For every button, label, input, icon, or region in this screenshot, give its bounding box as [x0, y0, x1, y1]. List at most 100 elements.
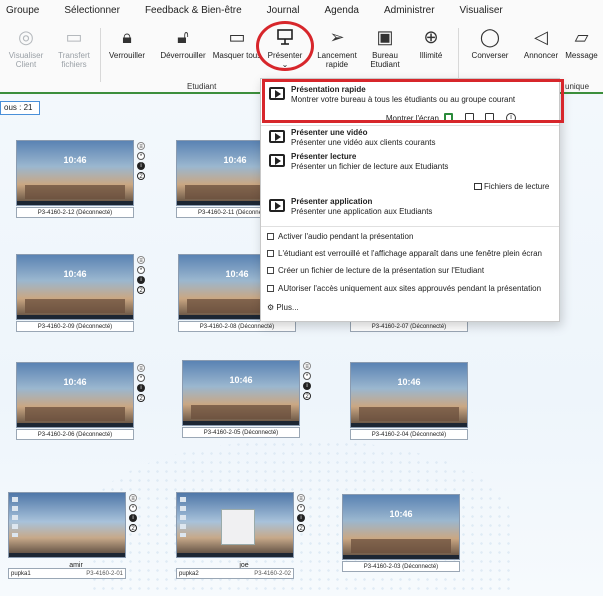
unlimited-button[interactable]: ⊕ Illimité	[405, 24, 457, 61]
number-badge-icon: 2	[137, 286, 145, 294]
replay-files-link[interactable]: Fichiers de lecture	[474, 182, 549, 191]
thumbnail-caption: P3-4160-2-05 (Déconnecté)	[182, 427, 300, 438]
menu-agenda[interactable]: Agenda	[324, 5, 358, 16]
message-icon: ▱	[574, 26, 589, 47]
number-badge-icon: 2	[137, 172, 145, 180]
group-label-unique: unique	[565, 82, 590, 91]
application-icon	[269, 199, 285, 212]
present-highlight-circle	[256, 21, 314, 71]
present-application-item[interactable]: Présenter application Présenter une appl…	[269, 197, 555, 221]
menu-icon[interactable]: ≡	[129, 494, 137, 502]
group-label-student: Etudiant	[187, 82, 217, 91]
student-thumbnail[interactable]: ≡ * i 2 amir pupka1 P3-4160-2-01	[8, 492, 137, 579]
quick-presentation-highlight	[262, 79, 564, 123]
present-video-item[interactable]: Présenter une vidéo Présenter une vidéo …	[269, 128, 555, 148]
checkbox[interactable]	[267, 267, 274, 274]
info-icon: i	[129, 514, 137, 522]
globe-icon: ⊕	[423, 26, 439, 47]
menu-administrer[interactable]: Administrer	[384, 5, 435, 16]
option-create-replay[interactable]: Créer un fichier de lecture de la présen…	[267, 266, 484, 275]
info-icon: i	[303, 382, 311, 390]
lock-button[interactable]: 🔒︎ Verrouiller	[101, 24, 153, 61]
more-options-item[interactable]: ⚙ Plus...	[267, 303, 299, 312]
student-thumbnail[interactable]: 10:46 P3-4160-2-03 (Déconnecté)	[342, 494, 468, 572]
student-thumbnail[interactable]: 10:46 ≡ * i 2 P3-4160-2-05 (Déconnecté)	[182, 360, 311, 438]
thumbnail-caption: pupka1 P3-4160-2-01	[8, 568, 126, 579]
menu-feedback[interactable]: Feedback & Bien-être	[145, 5, 242, 16]
megaphone-icon: ◁	[534, 26, 548, 47]
status-icon: *	[137, 266, 145, 274]
info-icon: i	[297, 514, 305, 522]
number-badge-icon: 2	[129, 524, 137, 532]
all-students-tab[interactable]: ous : 21	[0, 101, 40, 115]
thumbnail-caption: P3-4160-2-03 (Déconnecté)	[342, 561, 460, 572]
present-replay-item[interactable]: Présenter lecture Présenter un fichier d…	[269, 152, 555, 180]
quick-launch-button[interactable]: ➢ Lancement rapide	[311, 24, 363, 70]
menu-journal[interactable]: Journal	[267, 5, 300, 16]
student-desktop-button[interactable]: ▣ Bureau Etudiant	[359, 24, 411, 70]
eye-icon: ◎	[18, 26, 34, 47]
number-badge-icon: 2	[137, 394, 145, 402]
folder-icon: ▭	[65, 26, 83, 47]
file-transfer-button[interactable]: ▭ Transfert fichiers	[48, 24, 100, 70]
menu-visualiser[interactable]: Visualiser	[460, 5, 503, 16]
unlock-button[interactable]: 🔓︎ Déverrouiller	[157, 24, 209, 61]
checkbox[interactable]	[267, 233, 274, 240]
info-icon: i	[137, 162, 145, 170]
info-icon: i	[137, 384, 145, 392]
status-icon: *	[297, 504, 305, 512]
student-thumbnail[interactable]: 10:46 ≡ * i 2 P3-4160-2-06 (Déconnecté)	[16, 362, 145, 440]
thumbnail-caption: P3-4160-2-09 (Déconnecté)	[16, 321, 134, 332]
number-badge-icon: 2	[297, 524, 305, 532]
student-screen: 10:46	[16, 254, 134, 320]
chat-button[interactable]: ◯ Converser	[464, 24, 516, 61]
hide-all-button[interactable]: ▭ Masquer tous	[211, 24, 263, 61]
thumbnail-caption: P3-4160-2-04 (Déconnecté)	[350, 429, 468, 440]
lock-icon: 🔒︎	[122, 26, 132, 47]
send-icon: ➢	[329, 26, 345, 47]
status-icon: *	[137, 374, 145, 382]
message-button[interactable]: ▱ Message	[560, 24, 603, 61]
student-thumbnail[interactable]: ≡ * i 2 joe pupka2 P3-4160-2-02	[176, 492, 305, 579]
option-approved-sites[interactable]: AUtoriser l'accès uniquement aux sites a…	[267, 284, 541, 293]
menu-selectionner[interactable]: Sélectionner	[64, 5, 120, 16]
thumbnail-caption: P3-4160-2-07 (Déconnecté)	[350, 321, 468, 332]
app-window	[221, 509, 255, 545]
unlock-icon: 🔓︎	[177, 26, 189, 47]
student-screen: 10:46	[350, 362, 468, 428]
chat-icon: ◯	[479, 26, 501, 47]
status-icon: *	[137, 152, 145, 160]
thumbnail-caption: P3-4160-2-08 (Déconnecté)	[178, 321, 296, 332]
menu-groupe[interactable]: Groupe	[6, 5, 39, 16]
divider	[261, 125, 559, 126]
view-client-button[interactable]: ◎ Visualiser Client	[0, 24, 52, 70]
status-icon: *	[303, 372, 311, 380]
student-thumbnail[interactable]: 10:46 ≡ * i 2 P3-4160-2-12 (Déconnecté)	[16, 140, 145, 218]
checkbox[interactable]	[267, 250, 274, 257]
option-lock-fullscreen[interactable]: L'étudiant est verrouillé et l'affichage…	[267, 249, 542, 258]
status-icon: *	[129, 504, 137, 512]
option-enable-audio[interactable]: Activer l'audio pendant la présentation	[267, 232, 413, 241]
number-badge-icon: 2	[303, 392, 311, 400]
student-screen	[8, 492, 126, 558]
thumbnail-caption: P3-4160-2-06 (Déconnecté)	[16, 429, 134, 440]
info-icon: i	[137, 276, 145, 284]
menu-icon[interactable]: ≡	[137, 364, 145, 372]
student-thumbnail[interactable]: 10:46 P3-4160-2-04 (Déconnecté)	[350, 362, 476, 440]
menu-icon[interactable]: ≡	[137, 142, 145, 150]
gear-icon: ⚙	[267, 303, 275, 312]
menu-icon[interactable]: ≡	[303, 362, 311, 370]
monitor-icon: ▭	[228, 26, 246, 47]
student-screen: 10:46	[16, 362, 134, 428]
student-screen: 10:46	[182, 360, 300, 426]
thumbnail-caption: pupka2 P3-4160-2-02	[176, 568, 294, 579]
video-icon	[269, 130, 285, 143]
ribbon-separator	[458, 28, 459, 82]
menu-bar: Groupe Sélectionner Feedback & Bien-être…	[0, 0, 603, 20]
checkbox[interactable]	[267, 285, 274, 292]
menu-icon[interactable]: ≡	[297, 494, 305, 502]
student-screen: 10:46	[342, 494, 460, 560]
student-thumbnail[interactable]: 10:46 ≡ * i 2 P3-4160-2-09 (Déconnecté)	[16, 254, 145, 332]
menu-icon[interactable]: ≡	[137, 256, 145, 264]
divider	[261, 226, 559, 227]
